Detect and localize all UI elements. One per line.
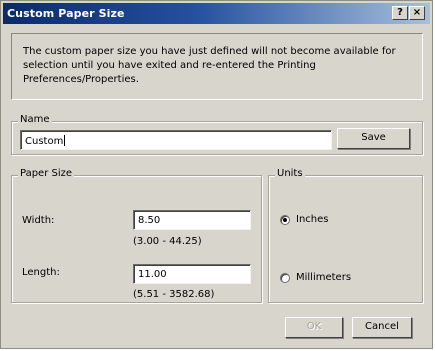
cancel-button[interactable]: Cancel [352,317,412,338]
units-group: Units Inches Millimeters [268,168,423,303]
name-group-legend: Name [18,114,52,125]
ok-button-label: OK [306,321,322,332]
text-caret [64,135,66,146]
name-input[interactable]: Custom [20,130,332,150]
units-radio-inches-label: Inches [296,214,329,225]
radio-button-icon[interactable] [280,273,290,283]
paper-size-group: Paper Size Width: 8.50 (3.00 - 44.25) Le… [11,168,262,303]
ok-button[interactable]: OK [285,317,343,338]
info-panel: The custom paper size you have just defi… [11,33,423,100]
question-mark-icon: ? [397,7,403,18]
radio-button-selected-icon[interactable] [280,215,290,225]
custom-paper-size-dialog: Custom Paper Size ? × The custom paper s… [0,0,433,349]
length-label: Length: [22,267,60,278]
save-button-label: Save [361,132,386,143]
units-legend: Units [275,168,305,179]
close-button[interactable]: × [409,6,425,20]
window-title: Custom Paper Size [7,7,125,20]
width-input[interactable]: 8.50 [133,210,251,230]
help-button[interactable]: ? [392,6,408,20]
cancel-button-label: Cancel [365,321,399,332]
width-range: (3.00 - 44.25) [133,236,202,247]
width-label: Width: [22,215,55,226]
length-input-value: 11.00 [138,269,167,280]
close-icon: × [412,7,422,18]
length-input[interactable]: 11.00 [133,264,251,284]
units-radio-millimeters-label: Millimeters [296,272,352,283]
length-range: (5.51 - 3582.68) [133,289,215,300]
paper-size-legend: Paper Size [18,168,75,179]
width-input-value: 8.50 [138,215,161,226]
info-message: The custom paper size you have just defi… [23,46,396,85]
save-button[interactable]: Save [337,128,410,149]
name-input-value: Custom [25,136,64,147]
title-bar[interactable]: Custom Paper Size ? × [3,3,430,24]
